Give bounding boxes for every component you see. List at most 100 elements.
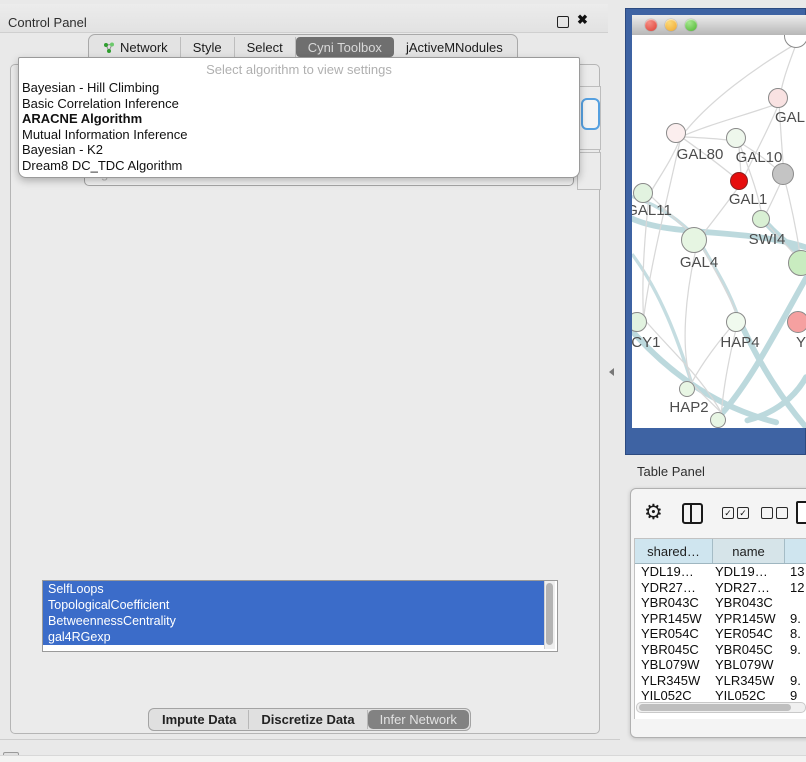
network-node-gal[interactable] xyxy=(768,88,788,108)
table-row[interactable]: YER054CYER054C8. xyxy=(635,626,806,642)
table-cell[interactable]: 8. xyxy=(785,626,806,642)
bottom-tab-discretize-data[interactable]: Discretize Data xyxy=(249,710,367,729)
network-node-y[interactable] xyxy=(787,311,806,333)
table-row[interactable]: YDR27…YDR27…12 xyxy=(635,580,806,596)
minimize-traffic-light[interactable] xyxy=(665,19,677,31)
data-attributes-list[interactable]: SelfLoopsTopologicalCoefficientBetweenne… xyxy=(42,580,558,652)
tab-network[interactable]: Network xyxy=(91,37,181,57)
algorithm-option-bayesian-hill-climbing[interactable]: Bayesian - Hill Climbing xyxy=(19,80,579,96)
column-header-name[interactable]: name xyxy=(713,539,785,563)
table-cell[interactable]: 9. xyxy=(785,642,806,658)
tab-cyni-toolbox[interactable]: Cyni Toolbox xyxy=(296,37,394,57)
tab-label: jActiveMNodules xyxy=(406,40,503,55)
unchecked-checkbox-icon[interactable] xyxy=(761,507,773,519)
algorithm-option-bayesian-k2[interactable]: Bayesian - K2 xyxy=(19,142,579,158)
tab-label: Select xyxy=(247,40,283,55)
table-cell[interactable]: YER054C xyxy=(713,626,785,642)
table-hscrollbar xyxy=(636,702,806,713)
node-table: shared… name YDL19…YDL19…13YDR27…YDR27…1… xyxy=(634,538,806,719)
table-cell[interactable]: YBR045C xyxy=(713,642,785,658)
table-cell[interactable]: 13 xyxy=(785,564,806,580)
network-node-gal11[interactable] xyxy=(633,183,653,203)
zoom-traffic-light[interactable] xyxy=(685,19,697,31)
algorithm-option-mutual-information-inference[interactable]: Mutual Information Inference xyxy=(19,127,579,143)
tab-style[interactable]: Style xyxy=(181,37,235,57)
network-node-gal4[interactable] xyxy=(681,227,707,253)
table-cell[interactable]: YLR345W xyxy=(635,673,713,689)
node-label: GCY1 xyxy=(632,334,660,351)
gear-icon[interactable]: ⚙ xyxy=(644,500,663,525)
float-window-icon[interactable] xyxy=(557,16,569,28)
network-node-gal10[interactable] xyxy=(726,128,746,148)
node-label: SWI4 xyxy=(749,231,786,248)
table-cell[interactable]: YDR27… xyxy=(635,580,713,596)
unchecked-checkbox-icon[interactable] xyxy=(776,507,788,519)
algorithm-option-basic-correlation-inference[interactable]: Basic Correlation Inference xyxy=(19,96,579,112)
node-label: HAP4 xyxy=(720,334,759,351)
table-cell[interactable]: 9. xyxy=(785,611,806,627)
table-cell[interactable]: YDL19… xyxy=(635,564,713,580)
bottom-tab-impute-data[interactable]: Impute Data xyxy=(150,710,249,729)
panel-resize-handle[interactable] xyxy=(609,368,614,376)
table-cell[interactable]: YBL079W xyxy=(635,657,713,673)
tab-label: Cyni Toolbox xyxy=(308,40,382,55)
table-hscrollbar-thumb[interactable] xyxy=(639,704,791,711)
checked-checkbox-icon[interactable]: ✓ xyxy=(737,507,749,519)
network-window-titlebar[interactable] xyxy=(632,15,806,36)
close-icon[interactable]: ✖ xyxy=(577,12,588,28)
data-attribute-item[interactable]: BetweennessCentrality xyxy=(43,613,545,629)
tab-select[interactable]: Select xyxy=(235,37,296,57)
table-row[interactable]: YBR043CYBR043C xyxy=(635,595,806,611)
table-cell[interactable]: YBR043C xyxy=(635,595,713,611)
dropdown-placeholder: Select algorithm to view settings xyxy=(19,58,579,80)
network-node-swi4[interactable] xyxy=(752,210,770,228)
table-cell[interactable]: YBR045C xyxy=(635,642,713,658)
data-attribute-item[interactable]: TopologicalCoefficient xyxy=(43,597,545,613)
network-canvas[interactable]: GALGAL80GAL10GAL1GAL11SWI4GAL4GCY1HAP4YH… xyxy=(632,35,806,428)
table-row[interactable]: YBR045CYBR045C9. xyxy=(635,642,806,658)
table-cell[interactable]: YDR27… xyxy=(713,580,785,596)
table-cell[interactable]: YLR345W xyxy=(713,673,785,689)
node-label: HAP2 xyxy=(669,399,708,416)
table-row[interactable]: YPR145WYPR145W9. xyxy=(635,611,806,627)
bottom-tab-infer-network[interactable]: Infer Network xyxy=(368,710,469,729)
table-cell[interactable]: YDL19… xyxy=(713,564,785,580)
node-label: GAL xyxy=(775,109,805,126)
column-header-shared[interactable]: shared… xyxy=(635,539,713,563)
attributes-vscrollbar-thumb[interactable] xyxy=(546,583,553,645)
table-row[interactable]: YBL079WYBL079W xyxy=(635,657,806,673)
column-header-extra[interactable] xyxy=(785,539,806,563)
table-header-row: shared… name xyxy=(635,539,806,564)
table-cell[interactable] xyxy=(785,595,806,611)
network-node[interactable] xyxy=(710,412,726,428)
network-node-gal1[interactable] xyxy=(730,172,748,190)
panel-divider xyxy=(0,739,620,740)
table-cell[interactable]: YBR043C xyxy=(713,595,785,611)
tab-jactivemnodules[interactable]: jActiveMNodules xyxy=(394,37,515,57)
table-cell[interactable]: YER054C xyxy=(635,626,713,642)
network-node-hap2[interactable] xyxy=(679,381,695,397)
algorithm-option-dream8-dc-tdc-algorithm[interactable]: Dream8 DC_TDC Algorithm xyxy=(19,158,579,174)
table-cell[interactable]: YPR145W xyxy=(635,611,713,627)
table-row[interactable]: YLR345WYLR345W9. xyxy=(635,673,806,689)
hidden-group-fragment xyxy=(577,152,601,190)
algorithm-option-aracne-algorithm[interactable]: ARACNE Algorithm xyxy=(19,111,579,127)
table-cell[interactable]: 9. xyxy=(785,673,806,689)
table-cell[interactable] xyxy=(785,657,806,673)
close-traffic-light[interactable] xyxy=(645,19,657,31)
network-node[interactable] xyxy=(772,163,794,185)
table-cell[interactable]: YPR145W xyxy=(713,611,785,627)
split-columns-icon[interactable] xyxy=(682,503,703,524)
table-row[interactable]: YDL19…YDL19…13 xyxy=(635,564,806,580)
data-attribute-item[interactable]: gal4RGexp xyxy=(43,629,545,645)
table-cell[interactable]: YBL079W xyxy=(713,657,785,673)
document-icon[interactable] xyxy=(796,501,806,524)
network-node-gal80[interactable] xyxy=(666,123,686,143)
checked-checkbox-icon[interactable]: ✓ xyxy=(722,507,734,519)
table-cell[interactable]: 12 xyxy=(785,580,806,596)
network-node-hap4[interactable] xyxy=(726,312,746,332)
focused-button-fragment[interactable] xyxy=(581,98,600,130)
status-strip xyxy=(0,755,806,762)
data-attribute-item[interactable]: SelfLoops xyxy=(43,581,545,597)
algorithm-dropdown-list[interactable]: Select algorithm to view settings Bayesi… xyxy=(18,57,580,178)
